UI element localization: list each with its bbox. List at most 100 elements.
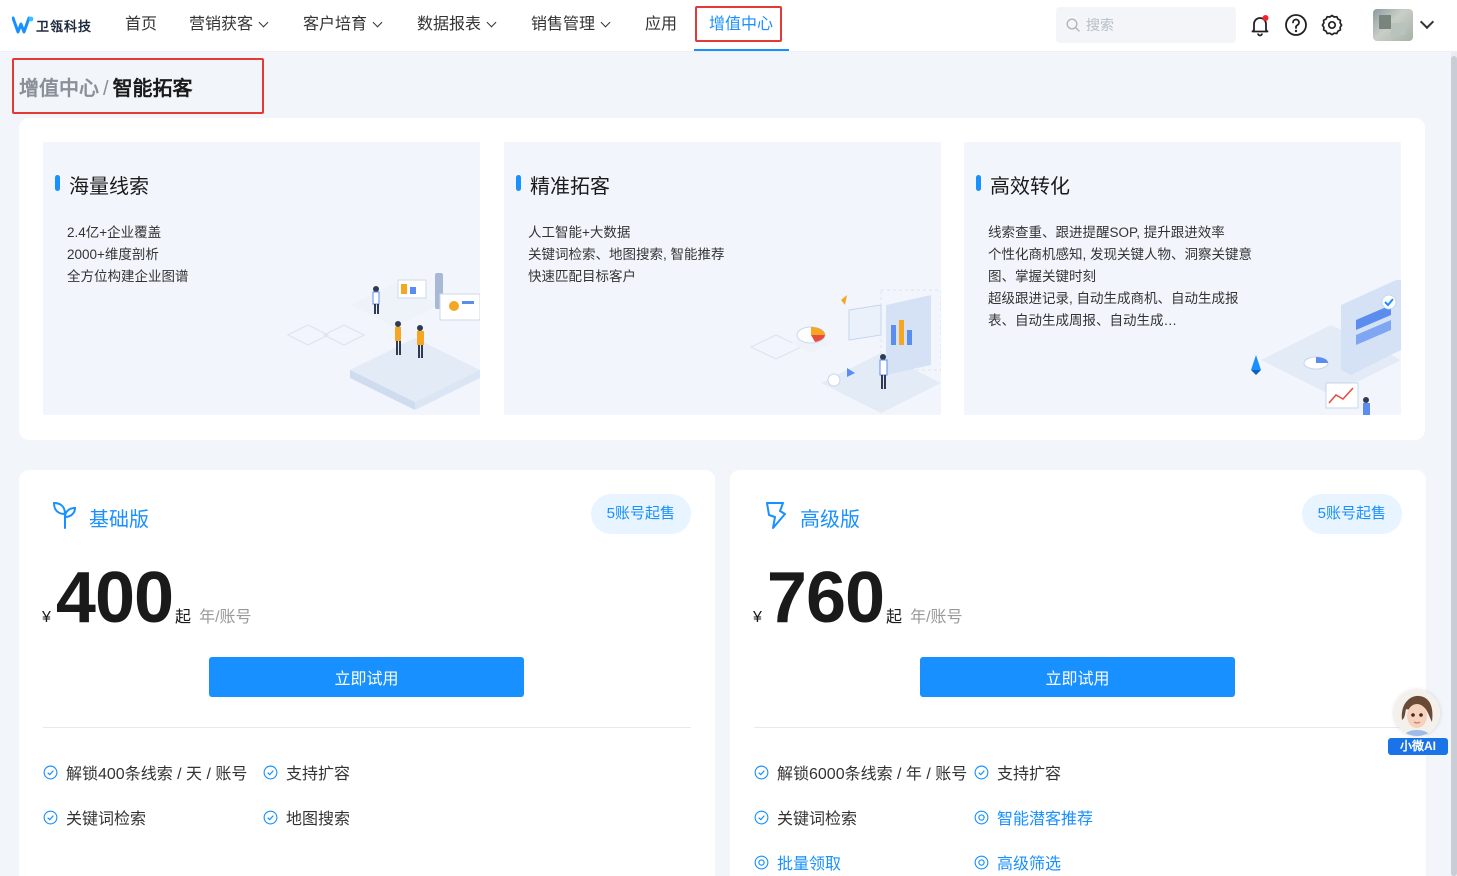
price-currency: ¥ bbox=[42, 609, 51, 626]
assistant-avatar-icon bbox=[1394, 690, 1440, 736]
try-now-button[interactable]: 立即试用 bbox=[920, 657, 1235, 697]
feature-line: 图、掌握关键时刻 bbox=[988, 269, 1096, 284]
brand-name: 卫瓴科技 bbox=[36, 18, 93, 34]
breadcrumb: 增值中心 / 智能拓客 bbox=[19, 72, 193, 101]
price-suffix: 起 bbox=[175, 609, 192, 626]
search-icon bbox=[1066, 18, 1080, 32]
breadcrumb-parent[interactable]: 增值中心 bbox=[19, 78, 99, 100]
plan-feature: 支持扩容 bbox=[974, 760, 1061, 784]
check-circle-icon bbox=[754, 765, 769, 779]
feature-card-leads: 海量线索 2.4亿+企业覆盖 2000+维度剖析 全方位构建企业图谱 bbox=[43, 142, 480, 415]
feature-accent-bar bbox=[976, 175, 981, 191]
feature-line: 快速匹配目标客户 bbox=[528, 269, 636, 284]
highlight-box bbox=[695, 6, 782, 42]
plan-feature: 关键词检索 bbox=[754, 805, 857, 829]
search-box[interactable] bbox=[1056, 7, 1236, 43]
settings-icon[interactable] bbox=[1320, 13, 1344, 37]
price-amount: 760 bbox=[766, 558, 885, 638]
plan-feature-label: 解锁400条线索 / 天 / 账号 bbox=[66, 766, 248, 783]
chevron-down-icon bbox=[600, 17, 611, 28]
divider bbox=[43, 727, 691, 728]
sprout-icon bbox=[52, 501, 77, 529]
data-team-illustration bbox=[286, 273, 480, 410]
brand-logo-icon bbox=[12, 16, 34, 34]
feature-panel: 海量线索 2.4亿+企业覆盖 2000+维度剖析 全方位构建企业图谱 精准拓客 … bbox=[19, 118, 1425, 440]
nav-home[interactable]: 首页 bbox=[125, 0, 157, 52]
check-circle-icon bbox=[263, 765, 278, 779]
plan-feature-label: 地图搜索 bbox=[286, 811, 351, 828]
nav-apps[interactable]: 应用 bbox=[645, 0, 677, 52]
nav-sales[interactable]: 销售管理 bbox=[531, 0, 611, 52]
feature-card-prospecting: 精准拓客 人工智能+大数据 关键词检索、地图搜索, 智能推荐 快速匹配目标客户 bbox=[504, 142, 941, 415]
nav-reports-label: 数据报表 bbox=[417, 16, 482, 33]
feature-line: 全方位构建企业图谱 bbox=[67, 269, 189, 284]
help-icon[interactable] bbox=[1284, 13, 1308, 37]
nav-marketing-label: 营销获客 bbox=[189, 16, 254, 33]
nav-marketing[interactable]: 营销获客 bbox=[189, 0, 269, 52]
lightning-icon bbox=[766, 502, 786, 529]
check-circle-icon bbox=[263, 810, 278, 824]
plan-feature: 解锁6000条线索 / 年 / 账号 bbox=[754, 760, 967, 784]
nav-home-label: 首页 bbox=[125, 16, 158, 33]
feature-title: 精准拓客 bbox=[530, 176, 610, 198]
price-unit: 年/账号 bbox=[199, 609, 252, 626]
plan-feature-label: 支持扩容 bbox=[286, 766, 351, 783]
price-amount: 400 bbox=[55, 558, 174, 638]
analytics-illustration bbox=[749, 289, 941, 413]
nav-nurture-label: 客户培育 bbox=[303, 16, 368, 33]
feature-card-conversion: 高效转化 线索查重、跟进提醒SOP, 提升跟进效率 个性化商机感知, 发现关键人… bbox=[964, 142, 1401, 415]
chevron-down-icon bbox=[258, 17, 269, 28]
plan-feature-label: 解锁6000条线索 / 年 / 账号 bbox=[777, 766, 968, 783]
dashboard-illustration bbox=[1251, 280, 1401, 415]
ai-avatar bbox=[1394, 690, 1440, 736]
chevron-down-icon bbox=[486, 17, 497, 28]
feature-description: 线索查重、跟进提醒SOP, 提升跟进效率 个性化商机感知, 发现关键人物、洞察关… bbox=[988, 222, 1252, 332]
plan-feature-label: 高级筛选 bbox=[997, 856, 1062, 873]
feature-line: 超级跟进记录, 自动生成商机、自动生成报 bbox=[988, 291, 1239, 306]
breadcrumb-current: 智能拓客 bbox=[112, 78, 193, 100]
chevron-down-icon[interactable] bbox=[1419, 14, 1435, 30]
price-display: ¥ 760 起 年/账号 bbox=[753, 558, 963, 638]
plus-circle-icon bbox=[974, 810, 989, 824]
ai-assistant-label: 小微AI bbox=[1388, 738, 1448, 755]
brand-logo[interactable]: 卫瓴科技 bbox=[12, 15, 92, 35]
ai-assistant-button[interactable]: 小微AI bbox=[1388, 690, 1448, 756]
feature-line: 人工智能+大数据 bbox=[528, 225, 631, 240]
feature-line: 线索查重、跟进提醒SOP, 提升跟进效率 bbox=[988, 225, 1225, 240]
plan-feature-premium: 智能潜客推荐 bbox=[974, 805, 1093, 829]
feature-line: 表、自动生成周报、自动生成… bbox=[988, 313, 1177, 328]
feature-title: 海量线索 bbox=[69, 176, 149, 198]
feature-title: 高效转化 bbox=[990, 176, 1070, 198]
price-display: ¥ 400 起 年/账号 bbox=[42, 558, 252, 638]
price-currency: ¥ bbox=[753, 609, 762, 626]
feature-description: 人工智能+大数据 关键词检索、地图搜索, 智能推荐 快速匹配目标客户 bbox=[528, 222, 725, 288]
feature-accent-bar bbox=[516, 175, 521, 191]
search-input[interactable] bbox=[1086, 17, 1226, 33]
scrollbar-thumb[interactable] bbox=[1451, 56, 1457, 876]
plan-feature-label: 智能潜客推荐 bbox=[997, 811, 1094, 828]
plan-feature-premium: 批量领取 bbox=[754, 850, 841, 874]
plan-min-accounts-badge: 5账号起售 bbox=[1301, 494, 1402, 534]
try-now-button[interactable]: 立即试用 bbox=[209, 657, 524, 697]
nav-apps-label: 应用 bbox=[645, 16, 678, 33]
avatar[interactable] bbox=[1373, 9, 1413, 41]
plan-name: 基础版 bbox=[89, 509, 149, 531]
nav-reports[interactable]: 数据报表 bbox=[417, 0, 497, 52]
price-unit: 年/账号 bbox=[910, 609, 963, 626]
check-circle-icon bbox=[974, 765, 989, 779]
plan-feature-label: 关键词检索 bbox=[66, 811, 147, 828]
feature-line: 关键词检索、地图搜索, 智能推荐 bbox=[528, 247, 725, 262]
top-nav: 卫瓴科技 首页 营销获客 客户培育 数据报表 销售管理 应用 增值中心 bbox=[0, 0, 1457, 52]
plan-name: 高级版 bbox=[800, 509, 860, 531]
plan-feature: 解锁400条线索 / 天 / 账号 bbox=[43, 760, 247, 784]
price-suffix: 起 bbox=[886, 609, 903, 626]
feature-line: 个性化商机感知, 发现关键人物、洞察关键意 bbox=[988, 247, 1253, 262]
plan-card-basic: 基础版 5账号起售 ¥ 400 起 年/账号 立即试用 解锁400条线索 / 天… bbox=[19, 470, 715, 876]
plan-feature-label: 支持扩容 bbox=[997, 766, 1062, 783]
plan-feature-label: 关键词检索 bbox=[777, 811, 858, 828]
plan-card-advanced: 高级版 5账号起售 ¥ 760 起 年/账号 立即试用 解锁6000条线索 / … bbox=[730, 470, 1426, 876]
bell-icon[interactable] bbox=[1248, 13, 1272, 37]
nav-nurture[interactable]: 客户培育 bbox=[303, 0, 383, 52]
plan-feature-label: 批量领取 bbox=[777, 856, 842, 873]
check-circle-icon bbox=[43, 765, 58, 779]
